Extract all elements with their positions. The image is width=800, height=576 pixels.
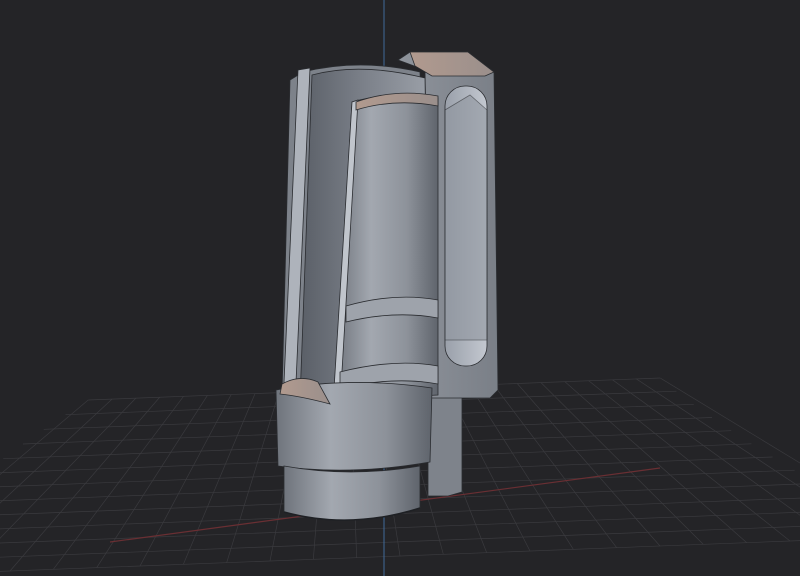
grid-line xyxy=(53,396,184,570)
grid-line xyxy=(139,394,232,567)
bottom-cylinder[interactable] xyxy=(283,465,421,521)
3d-viewport[interactable] xyxy=(0,0,800,576)
slot-shadow xyxy=(444,94,488,341)
grid-line xyxy=(0,398,113,504)
cad-model[interactable] xyxy=(275,51,499,521)
bracket-stem xyxy=(427,391,463,497)
grid-line xyxy=(636,378,800,488)
bracket-top-face xyxy=(409,51,495,77)
viewport-canvas[interactable] xyxy=(0,0,800,576)
grid-line xyxy=(469,385,574,550)
grid-line xyxy=(0,399,89,476)
grid-line xyxy=(9,397,160,572)
grid-line xyxy=(0,397,137,539)
grid-line xyxy=(516,383,661,547)
grid-line xyxy=(660,377,800,464)
